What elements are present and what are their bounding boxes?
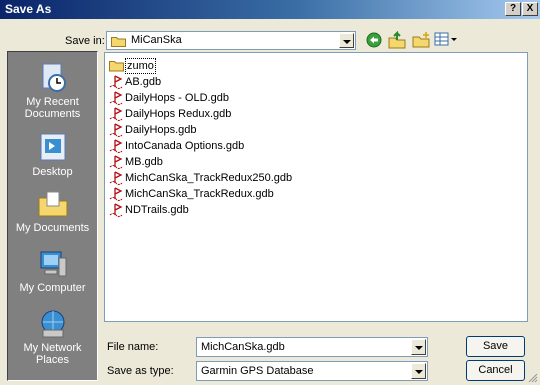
save-in-dropdown-arrow[interactable] (339, 33, 354, 48)
gdb-file-icon (109, 171, 123, 185)
save-as-type-dropdown-arrow[interactable] (411, 363, 426, 379)
file-name: MichCanSka_TrackRedux.gdb (125, 188, 274, 200)
save-in-value: MiCanSka (131, 34, 182, 46)
file-name-field[interactable]: MichCanSka.gdb (196, 337, 428, 357)
save-in-dropdown[interactable]: MiCanSka (106, 31, 356, 50)
my-documents-icon (38, 191, 67, 217)
file-name: IntoCanada Options.gdb (125, 140, 245, 152)
save-as-type-dropdown[interactable]: Garmin GPS Database (196, 361, 428, 381)
place-recent-documents[interactable]: My Recent Documents (8, 62, 97, 120)
place-label: My Recent Documents (24, 96, 81, 120)
gdb-file-icon (109, 91, 123, 105)
file-list[interactable]: zumo AB.gdb DailyHops - OLD.gdb DailyHop… (104, 52, 528, 322)
help-button[interactable]: ? (505, 2, 521, 16)
file-name: MB.gdb (125, 156, 163, 168)
place-my-computer[interactable]: My Computer (8, 248, 97, 294)
desktop-icon (40, 133, 65, 161)
place-label: My Documents (15, 222, 90, 234)
save-as-dialog: Save As ? X Save in: MiCanSka My Recent … (0, 0, 540, 385)
folder-icon (109, 61, 124, 72)
place-label: My Computer (19, 282, 86, 294)
gdb-file-icon (109, 155, 123, 169)
file-name: DailyHops.gdb (125, 124, 197, 136)
place-network-places[interactable]: My Network Places (8, 308, 97, 366)
place-label: My Network Places (23, 342, 82, 366)
file-name-dropdown-arrow[interactable] (411, 339, 426, 355)
new-folder-icon[interactable] (412, 31, 430, 49)
file-name: NDTrails.gdb (125, 204, 189, 216)
dialog-title: Save As (5, 2, 52, 16)
place-my-documents[interactable]: My Documents (8, 188, 97, 234)
place-label: Desktop (32, 166, 73, 178)
save-in-label: Save in: (65, 35, 105, 47)
network-places-icon (41, 310, 64, 338)
file-name: DailyHops Redux.gdb (125, 108, 232, 120)
cancel-button[interactable]: Cancel (466, 360, 525, 381)
title-bar[interactable]: Save As ? X (0, 0, 540, 19)
back-arrow-icon[interactable] (366, 32, 382, 48)
save-as-type-label: Save as type: (107, 365, 174, 377)
file-name: zumo (125, 58, 156, 74)
file-name: MichCanSka_TrackRedux250.gdb (125, 172, 293, 184)
close-button[interactable]: X (522, 2, 538, 16)
up-folder-icon[interactable] (388, 31, 406, 49)
gdb-file-icon (109, 107, 123, 121)
place-desktop[interactable]: Desktop (8, 132, 97, 178)
save-as-type-value: Garmin GPS Database (201, 365, 314, 377)
save-button[interactable]: Save (466, 336, 525, 357)
places-bar: My Recent Documents Desktop My Documents (7, 51, 98, 381)
file-name: DailyHops - OLD.gdb (125, 92, 229, 104)
resize-grip-icon[interactable] (528, 373, 538, 383)
gdb-file-icon (109, 187, 123, 201)
my-computer-icon (40, 251, 66, 277)
gdb-file-icon (109, 123, 123, 137)
recent-documents-icon (42, 63, 66, 92)
folder-icon (111, 37, 126, 47)
gdb-file-icon (109, 203, 123, 217)
file-name-value: MichCanSka.gdb (201, 341, 285, 353)
file-name-label: File name: (107, 341, 159, 353)
views-menu-icon[interactable] (434, 32, 458, 48)
gdb-file-icon (109, 139, 123, 153)
file-name: AB.gdb (125, 76, 162, 88)
gdb-file-icon (109, 75, 123, 89)
